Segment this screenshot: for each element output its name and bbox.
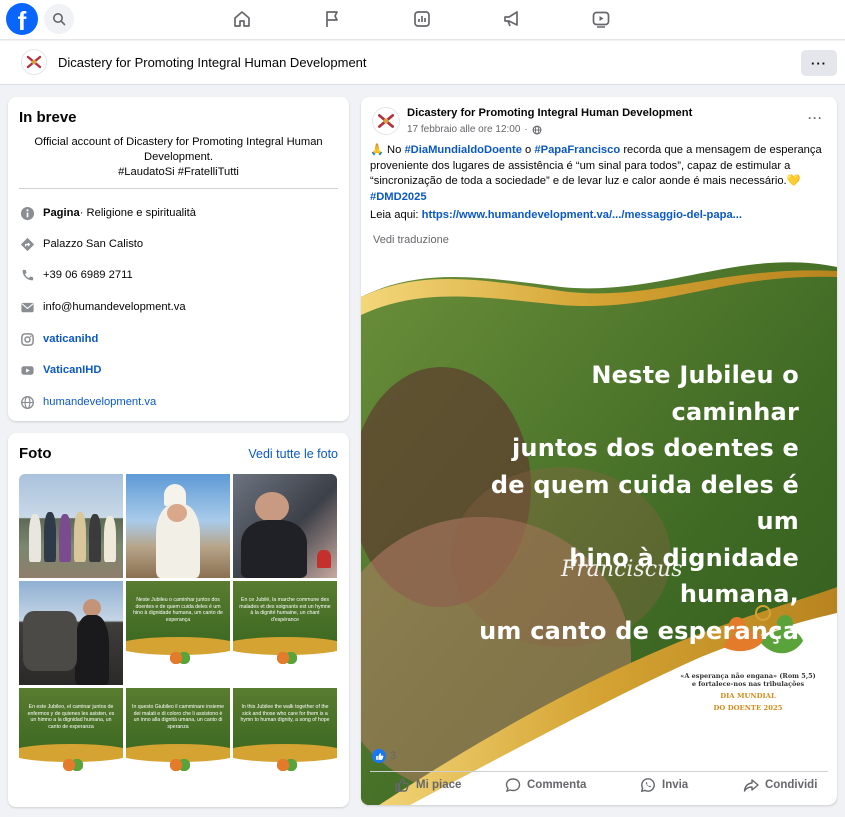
actions-divider	[370, 771, 828, 772]
instagram-icon	[20, 332, 34, 346]
vatican-crest-icon	[26, 55, 42, 69]
search-icon	[53, 13, 66, 26]
dmd-logo-icon	[277, 759, 297, 771]
facebook-logo[interactable]: f	[6, 3, 38, 36]
post-image-quote: Neste Jubileu o caminhar juntos dos doen…	[479, 361, 799, 645]
info-youtube[interactable]: VaticanIHD	[19, 361, 101, 379]
globe-icon	[20, 395, 34, 409]
page-bio: Official account of Dicastery for Promot…	[34, 136, 323, 178]
megaphone-icon	[504, 11, 518, 27]
intro-divider	[19, 188, 338, 189]
info-icon	[20, 206, 34, 220]
photo-grid: Neste Jubileu o caminhar juntos dos doen…	[19, 474, 337, 792]
like-button[interactable]: Mi piace	[394, 777, 461, 793]
whatsapp-icon	[640, 778, 655, 793]
share-icon	[743, 779, 759, 792]
nav-ads[interactable]	[501, 8, 523, 30]
post-timestamp[interactable]: 17 febbraio alle ore 12:00 ·	[407, 124, 542, 135]
nav-insights[interactable]	[411, 8, 433, 30]
photo-thumbnail[interactable]: In this Jubilee the walk together of the…	[233, 688, 337, 792]
share-button[interactable]: Condividi	[743, 777, 817, 793]
photo-thumbnail[interactable]: En este Jubileo, el caminar juntos de en…	[19, 688, 123, 792]
nav-home[interactable]	[231, 8, 253, 30]
pope-signature: Franciscus	[561, 557, 683, 582]
globe-icon	[532, 125, 542, 134]
reaction-summary[interactable]: 3	[372, 749, 396, 763]
photo-thumbnail[interactable]	[233, 474, 337, 578]
dmd-logo-icon	[63, 759, 83, 771]
info-address: Palazzo San Calisto	[19, 235, 143, 253]
post-text: 🙏 No #DiaMundialdoDoente o #PapaFrancisc…	[370, 144, 822, 203]
vatican-crest-icon	[378, 114, 394, 128]
see-all-photos-link[interactable]: Vedi tutte le foto	[248, 447, 338, 461]
photo-thumbnail[interactable]: In questo Giubileo il camminare insieme …	[126, 688, 230, 792]
directions-icon	[20, 237, 34, 251]
nav-video[interactable]	[590, 8, 612, 30]
like-reaction-icon	[372, 749, 386, 763]
email-icon	[20, 302, 34, 312]
photo-thumbnail[interactable]	[19, 474, 123, 578]
post-image-branding: «A esperança não engana» (Rom 5,5) e for…	[680, 672, 816, 712]
page-title[interactable]: Dicastery for Promoting Integral Human D…	[58, 55, 367, 70]
post-author-avatar[interactable]	[372, 107, 400, 135]
thumbs-up-icon	[395, 778, 410, 792]
photos-title: Foto	[19, 445, 52, 462]
page-header: Dicastery for Promoting Integral Human D…	[0, 41, 845, 85]
youtube-icon	[20, 365, 34, 375]
home-icon	[234, 11, 250, 27]
intro-title: In breve	[19, 109, 77, 126]
video-icon	[592, 11, 610, 28]
phone-icon	[22, 269, 33, 280]
post-card: Dicastery for Promoting Integral Human D…	[361, 97, 837, 805]
post-author[interactable]: Dicastery for Promoting Integral Human D…	[407, 107, 692, 119]
see-translation-link[interactable]: Vedi traduzione	[373, 234, 449, 246]
photo-thumbnail[interactable]	[126, 474, 230, 578]
top-navigation: f	[0, 0, 845, 40]
info-website[interactable]: humandevelopment.va	[19, 393, 156, 411]
send-button[interactable]: Invia	[640, 777, 688, 793]
photo-thumbnail[interactable]	[19, 581, 123, 685]
info-phone: +39 06 6989 2711	[19, 266, 133, 284]
info-instagram[interactable]: vaticanihd	[19, 330, 98, 348]
nav-pages[interactable]	[321, 8, 343, 30]
insights-icon	[414, 11, 430, 27]
comment-icon	[505, 778, 521, 793]
intro-card: In breve Official account of Dicastery f…	[8, 97, 349, 421]
dmd-logo-icon	[170, 652, 190, 664]
comment-button[interactable]: Commenta	[505, 777, 586, 793]
dmd-logo-icon	[277, 652, 297, 664]
post-more-button[interactable]: ···	[808, 111, 823, 125]
search-button[interactable]	[44, 4, 74, 34]
info-category: Pagina · Religione e spiritualità	[19, 204, 196, 222]
dmd-logo-icon	[170, 759, 190, 771]
info-email: info@humandevelopment.va	[19, 298, 186, 316]
flag-icon	[326, 11, 338, 27]
post-image[interactable]: Neste Jubileu o caminhar juntos dos doen…	[361, 257, 837, 805]
page-avatar[interactable]	[21, 49, 47, 75]
post-read-link: Leia aqui: https://www.humandevelopment.…	[370, 209, 742, 221]
photo-thumbnail[interactable]: Neste Jubileu o caminhar juntos dos doen…	[126, 581, 230, 685]
page-more-button[interactable]: ···	[801, 50, 837, 76]
photo-thumbnail[interactable]: En ce Jubilé, la marche commune des mala…	[233, 581, 337, 685]
photos-card: Foto Vedi tutte le foto Neste Jubileu o …	[8, 433, 349, 807]
